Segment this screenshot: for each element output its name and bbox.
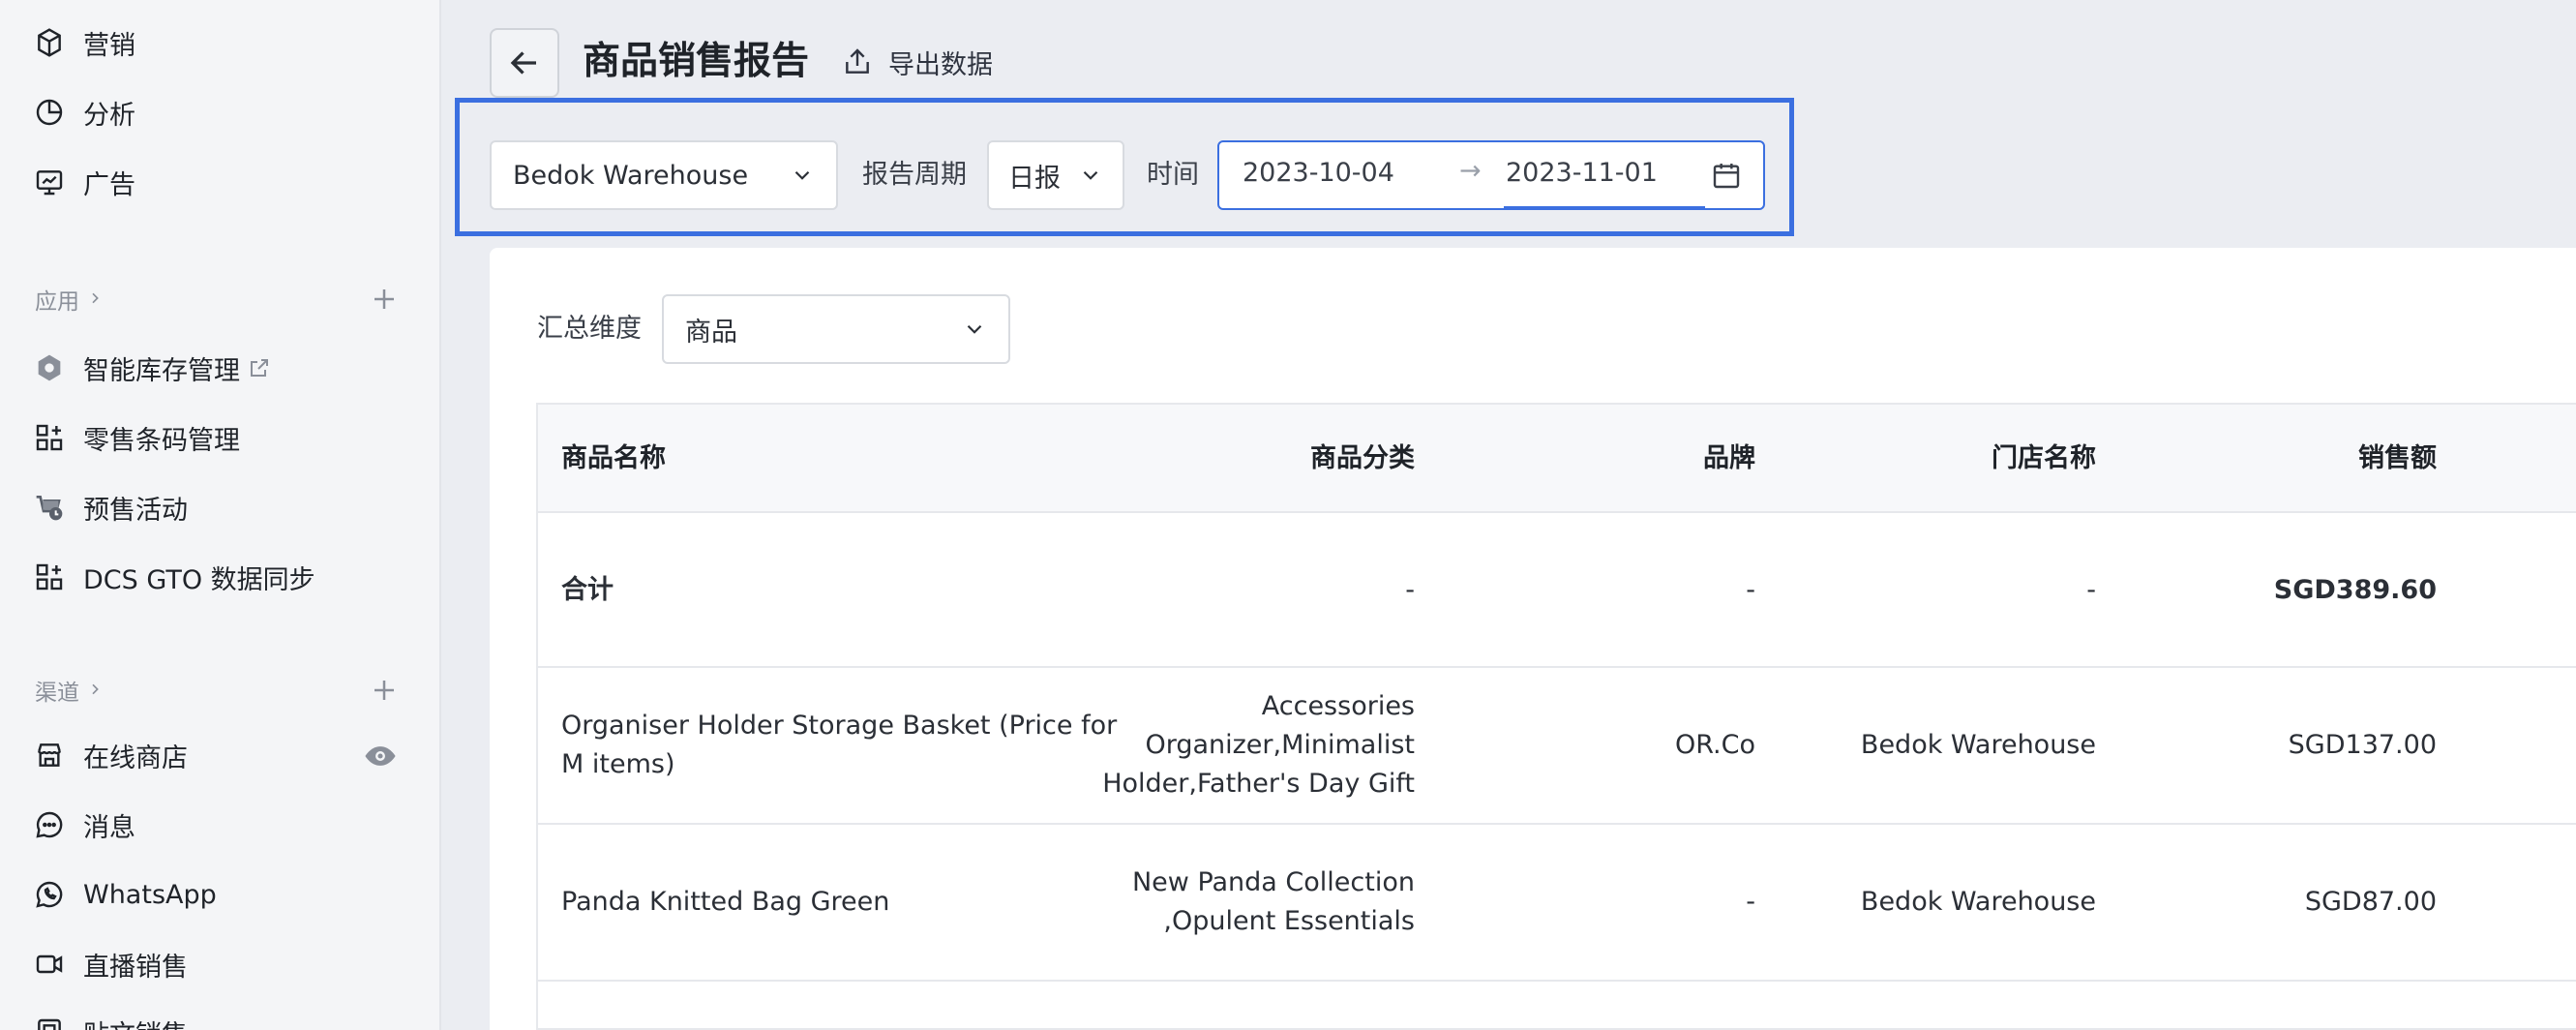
sidebar-item-messages[interactable]: 消息 — [33, 796, 135, 854]
sidebar-item-label: 贴文销售 — [83, 1014, 188, 1030]
external-link-icon — [248, 356, 271, 379]
summary-dimension-select[interactable]: 商品 — [662, 294, 1010, 364]
product-category-line: ,Opulent Essentials — [1163, 906, 1415, 936]
product-brand: - — [1746, 887, 1755, 917]
eye-icon[interactable] — [362, 740, 399, 772]
cart-clock-icon — [33, 491, 66, 524]
chevron-right-icon — [87, 287, 103, 312]
product-sales: SGD137.00 — [2288, 730, 2437, 760]
product-name-line: M items) — [561, 749, 675, 779]
sidebar-item-label: 分析 — [83, 100, 135, 131]
table-row[interactable]: Organiser Holder Storage Basket (Price f… — [538, 668, 2576, 825]
total-brand: - — [1746, 575, 1755, 605]
summary-dimension-label: 汇总维度 — [537, 314, 642, 344]
monitor-icon — [33, 166, 66, 198]
product-category-line: Organizer,Minimalist — [1145, 730, 1415, 760]
total-store: - — [2086, 575, 2096, 605]
product-sales: SGD87.00 — [2304, 887, 2437, 917]
sidebar-item-label: 零售条码管理 — [83, 425, 240, 456]
sidebar-item-whatsapp[interactable]: WhatsApp — [33, 865, 217, 924]
column-header-category[interactable]: 商品分类 — [1124, 439, 1415, 478]
sidebar-item-barcode[interactable]: 零售条码管理 — [33, 409, 240, 467]
apps-grid-icon — [33, 560, 66, 593]
box-icon — [33, 26, 66, 59]
summary-dimension-value: 商品 — [685, 317, 737, 348]
sidebar-item-live-sales[interactable]: 直播销售 — [33, 935, 188, 993]
date-to-input[interactable]: 2023-11-01 — [1506, 158, 1658, 188]
export-label: 导出数据 — [888, 49, 993, 80]
whatsapp-icon — [33, 878, 66, 911]
period-label: 报告周期 — [862, 160, 967, 190]
product-store: Bedok Warehouse — [1860, 887, 2096, 917]
product-category-line: Accessories — [1261, 691, 1415, 721]
sidebar-item-label: 广告 — [83, 169, 135, 200]
product-name-line: Panda Knitted Bag Green — [561, 887, 890, 917]
sidebar-item-label: WhatsApp — [83, 879, 217, 910]
add-app-icon[interactable] — [370, 285, 399, 314]
sidebar-item-presale[interactable]: 预售活动 — [33, 478, 188, 536]
range-arrow: → — [1459, 156, 1482, 186]
back-button[interactable] — [490, 28, 559, 98]
channels-section-toggle[interactable]: 渠道 — [35, 674, 103, 707]
sidebar-item-marketing[interactable]: 营销 — [33, 14, 135, 72]
product-category-line: New Panda Collection — [1131, 867, 1415, 897]
export-data-button[interactable]: 导出数据 — [842, 43, 993, 81]
sidebar-item-online-store[interactable]: 在线商店 — [33, 726, 188, 784]
total-sales: SGD389.60 — [2273, 575, 2437, 605]
date-from-input[interactable]: 2023-10-04 — [1243, 158, 1394, 188]
section-label: 渠道 — [35, 681, 79, 706]
sidebar-item-inventory[interactable]: 智能库存管理 — [33, 339, 271, 397]
sidebar-item-label: DCS GTO 数据同步 — [83, 564, 315, 595]
product-store: Bedok Warehouse — [1860, 730, 2096, 760]
total-label: 合计 — [561, 575, 614, 605]
arrow-left-icon — [510, 51, 536, 75]
warehouse-select-value: Bedok Warehouse — [513, 160, 749, 191]
sidebar-item-post-sales[interactable]: 贴文销售 — [33, 1003, 188, 1030]
period-select[interactable]: 日报 — [987, 140, 1124, 210]
hexagon-icon — [33, 351, 66, 384]
sales-report-table: 商品名称 商品分类 品牌 门店名称 销售额 合计 - - - SGD389.60… — [536, 403, 2576, 1030]
product-brand: OR.Co — [1674, 730, 1755, 760]
apps-grid-icon — [33, 421, 66, 454]
chevron-down-icon — [1083, 170, 1098, 180]
sidebar-item-analytics[interactable]: 分析 — [33, 83, 135, 141]
sidebar-item-label: 在线商店 — [83, 742, 188, 773]
date-range-picker[interactable]: 2023-10-04 → 2023-11-01 — [1217, 140, 1765, 210]
active-input-indicator — [1504, 206, 1705, 209]
total-category: - — [1405, 575, 1415, 605]
chevron-right-icon — [87, 678, 103, 703]
post-icon — [33, 1015, 66, 1030]
sidebar: 营销 分析 广告 应用 智能库存管理 零售条码管理 预售活动 DCS GTO 数… — [0, 0, 441, 1030]
chevron-down-icon — [794, 170, 810, 180]
pie-chart-icon — [33, 96, 66, 129]
table-row[interactable]: Panda Knitted Bag Green New Panda Collec… — [538, 825, 2576, 982]
product-category-line: Holder,Father's Day Gift — [1102, 769, 1415, 799]
chat-icon — [33, 808, 66, 841]
sidebar-item-label: 营销 — [83, 30, 135, 61]
column-header-sales[interactable]: 销售额 — [2146, 439, 2437, 478]
add-channel-icon[interactable] — [370, 676, 399, 705]
sidebar-item-label: 直播销售 — [83, 952, 188, 983]
export-icon — [846, 48, 869, 74]
time-label: 时间 — [1147, 160, 1199, 190]
calendar-icon[interactable] — [1711, 160, 1742, 191]
column-header-store[interactable]: 门店名称 — [1806, 439, 2096, 478]
sidebar-item-label: 智能库存管理 — [83, 355, 240, 386]
chevron-down-icon — [967, 324, 982, 334]
table-header: 商品名称 商品分类 品牌 门店名称 销售额 — [538, 405, 2576, 513]
sidebar-item-ads[interactable]: 广告 — [33, 153, 135, 211]
video-icon — [33, 948, 66, 981]
warehouse-select[interactable]: Bedok Warehouse — [490, 140, 838, 210]
table-row-total: 合计 - - - SGD389.60 — [538, 513, 2576, 668]
column-header-product-name[interactable]: 商品名称 — [561, 439, 666, 478]
period-select-value: 日报 — [1008, 163, 1061, 194]
column-header-brand[interactable]: 品牌 — [1562, 439, 1755, 478]
sidebar-item-dcs-sync[interactable]: DCS GTO 数据同步 — [33, 548, 315, 606]
page-title: 商品销售报告 — [583, 40, 810, 83]
sidebar-item-label: 消息 — [83, 812, 135, 843]
section-label: 应用 — [35, 289, 79, 315]
apps-section-toggle[interactable]: 应用 — [35, 283, 103, 316]
store-icon — [33, 739, 66, 772]
sidebar-item-label: 预售活动 — [83, 495, 188, 526]
